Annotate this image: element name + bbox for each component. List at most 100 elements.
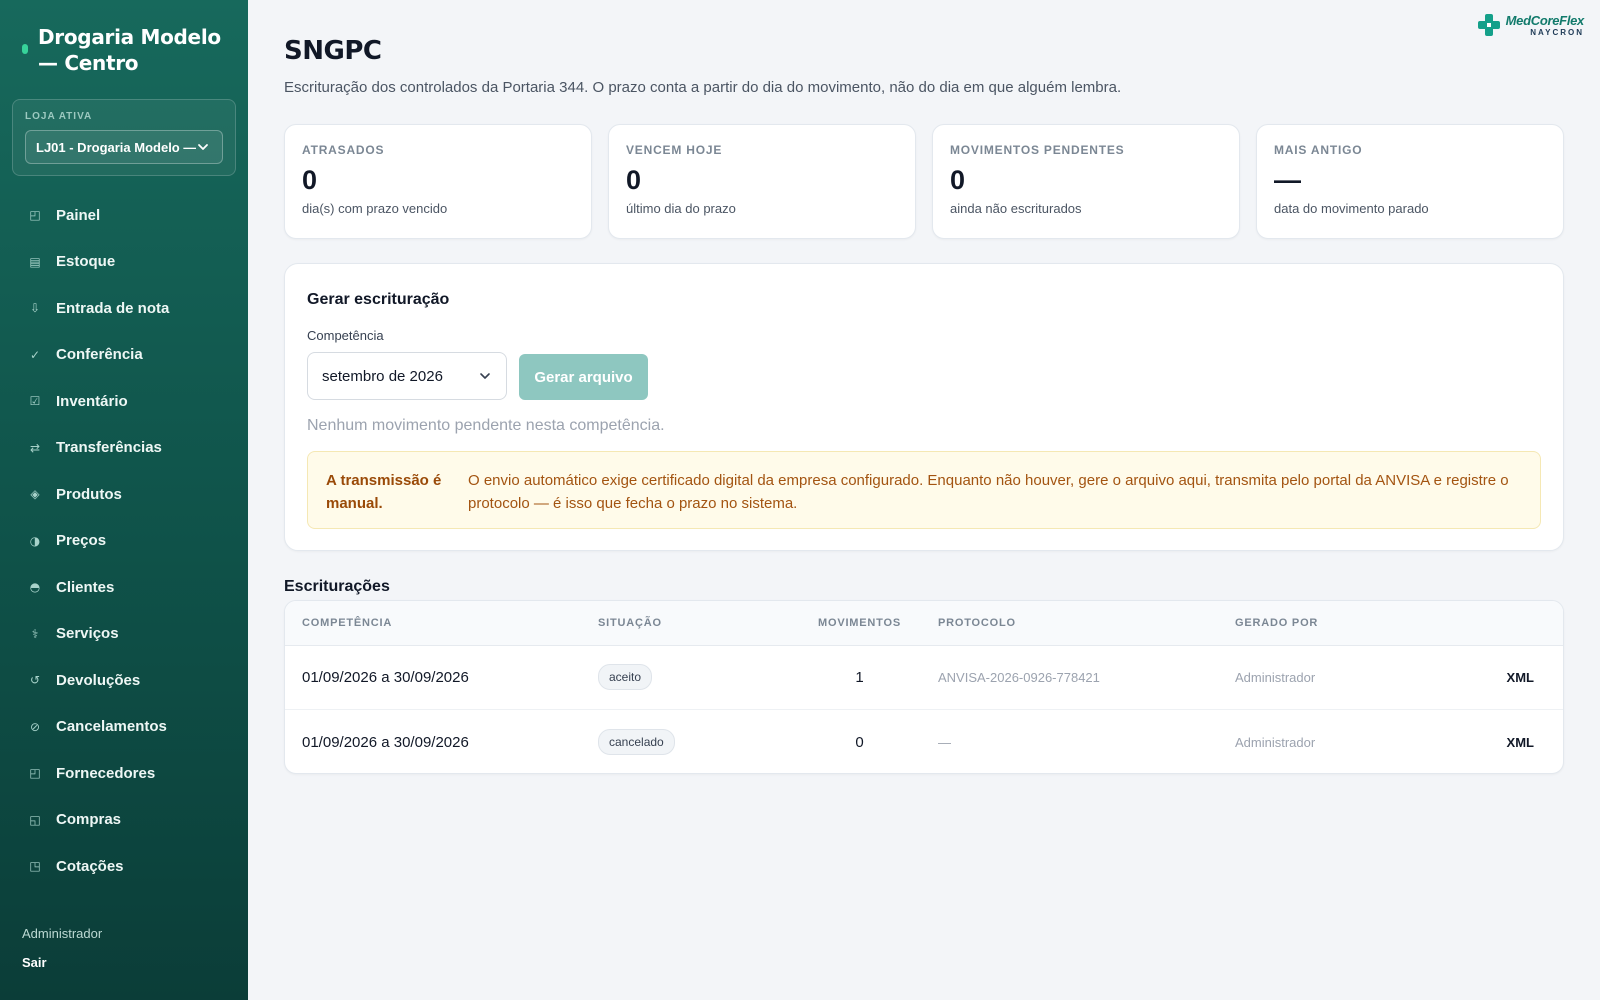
- empty-message: Nenhum movimento pendente nesta competên…: [307, 417, 665, 434]
- sidebar-item-cancelamentos[interactable]: ⊘ Cancelamentos: [0, 704, 248, 751]
- stat-hint: data do movimento parado: [1274, 201, 1429, 216]
- table-header-row: COMPETÊNCIA SITUAÇÃO MOVIMENTOS PROTOCOL…: [285, 601, 1563, 645]
- sidebar-item-fornecedores[interactable]: ◰ Fornecedores: [0, 750, 248, 797]
- sidebar-item-transferencias[interactable]: ⇄ Transferências: [0, 425, 248, 472]
- col-header-competencia: COMPETÊNCIA: [302, 616, 393, 629]
- col-header-actions: [1435, 601, 1563, 645]
- store-select[interactable]: LJ01 - Drogaria Modelo —: [25, 130, 223, 164]
- status-dot-icon: [22, 44, 28, 54]
- status-badge: aceito: [598, 664, 653, 691]
- section-title-escrituracoes: Escriturações: [284, 578, 390, 595]
- escrituracoes-table: COMPETÊNCIA SITUAÇÃO MOVIMENTOS PROTOCOL…: [284, 600, 1564, 774]
- current-user: Administrador: [22, 926, 103, 941]
- brand: Drogaria Modelo — Centro: [22, 24, 232, 76]
- xml-download-link[interactable]: XML: [1507, 670, 1534, 685]
- download-icon: ⇩: [29, 301, 41, 316]
- stat-card-atrasados: ATRASADOS 0 dia(s) com prazo vencido: [284, 124, 592, 239]
- chevron-down-icon: [198, 144, 208, 150]
- caduceus-icon: ⚕: [31, 626, 39, 641]
- quote-icon: ◳: [29, 859, 41, 874]
- stat-value: —: [1274, 165, 1301, 195]
- stat-hint: ainda não escriturados: [950, 201, 1082, 216]
- sidebar-nav: ◰ Painel ▤ Estoque ⇩ Entrada de nota ✓ Confe…: [0, 192, 248, 890]
- logo: MedCoreFlex NAYCRON: [1476, 12, 1584, 38]
- generate-card: Gerar escrituração Competência setembro …: [284, 263, 1564, 551]
- sidebar-item-label: Devoluções: [56, 671, 141, 689]
- sidebar-footer: Administrador Sair: [22, 926, 102, 970]
- sidebar-item-label: Estoque: [56, 253, 116, 271]
- generate-file-button[interactable]: Gerar arquivo: [519, 354, 648, 400]
- stat-value: 0: [302, 165, 318, 195]
- sidebar-item-label: Entrada de nota: [56, 299, 170, 317]
- generate-title: Gerar escrituração: [307, 291, 450, 308]
- sidebar-item-produtos[interactable]: ◈ Produtos: [0, 471, 248, 518]
- competencia-label: Competência: [307, 328, 384, 343]
- sidebar-item-clientes[interactable]: ◓ Clientes: [0, 564, 248, 611]
- stat-value: 0: [950, 165, 966, 195]
- sidebar-item-entrada-de-nota[interactable]: ⇩ Entrada de nota: [0, 285, 248, 332]
- sidebar-item-label: Compras: [56, 811, 122, 829]
- cancel-icon: ⊘: [29, 719, 41, 734]
- sidebar-item-label: Fornecedores: [56, 764, 156, 782]
- col-header-protocolo: PROTOCOLO: [938, 616, 1016, 629]
- stats-row: ATRASADOS 0 dia(s) com prazo vencido VEN…: [284, 124, 1564, 239]
- cell-gerado-por: Administrador: [1235, 734, 1316, 750]
- supplier-icon: ◰: [29, 766, 41, 781]
- sidebar-item-compras[interactable]: ◱ Compras: [0, 797, 248, 844]
- col-header-situacao: SITUAÇÃO: [598, 616, 662, 629]
- table-row: 01/09/2026 a 30/09/2026 cancelado 0 — Ad…: [285, 710, 1563, 774]
- cell-competencia: 01/09/2026 a 30/09/2026: [302, 733, 469, 751]
- sidebar-item-label: Serviços: [56, 625, 119, 643]
- xml-download-link[interactable]: XML: [1507, 735, 1534, 750]
- stat-card-mais-antigo: MAIS ANTIGO — data do movimento parado: [1256, 124, 1564, 239]
- sidebar-item-conferencia[interactable]: ✓ Conferência: [0, 332, 248, 379]
- main-content: MedCoreFlex NAYCRON SNGPC Escrituração d…: [248, 0, 1600, 1000]
- stat-card-vencem-hoje: VENCEM HOJE 0 último dia do prazo: [608, 124, 916, 239]
- sidebar-item-painel[interactable]: ◰ Painel: [0, 192, 248, 239]
- sidebar-item-devolucoes[interactable]: ↺ Devoluções: [0, 657, 248, 704]
- sidebar-item-inventario[interactable]: ☑ Inventário: [0, 378, 248, 425]
- sidebar-item-label: Painel: [56, 206, 101, 224]
- brand-name: Drogaria Modelo — Centro: [38, 25, 221, 75]
- cell-movimentos: 1: [855, 668, 864, 686]
- checkbox-icon: ☑: [29, 394, 41, 409]
- sidebar-item-estoque[interactable]: ▤ Estoque: [0, 239, 248, 286]
- cell-gerado-por: Administrador: [1235, 669, 1316, 685]
- check-icon: ✓: [29, 347, 41, 362]
- page-subtitle: Escrituração dos controlados da Portaria…: [284, 79, 1122, 96]
- sidebar-item-label: Inventário: [56, 392, 128, 410]
- sidebar-item-label: Produtos: [56, 485, 122, 503]
- logo-name: MedCoreFlex: [1505, 12, 1585, 28]
- stat-label: MOVIMENTOS PENDENTES: [950, 143, 1125, 157]
- page-title: SNGPC: [284, 36, 382, 66]
- cart-icon: ◱: [29, 812, 41, 827]
- sidebar-item-label: Conferência: [56, 346, 143, 364]
- sidebar-item-precos[interactable]: ◑ Preços: [0, 518, 248, 565]
- competencia-select[interactable]: setembro de 2026: [307, 352, 507, 400]
- stat-hint: último dia do prazo: [626, 201, 736, 216]
- stat-label: MAIS ANTIGO: [1274, 143, 1363, 157]
- col-header-gerado-por: GERADO POR: [1235, 616, 1319, 629]
- dashboard-icon: ◰: [29, 208, 41, 223]
- sidebar-item-label: Clientes: [56, 578, 115, 596]
- sidebar-item-label: Cotações: [56, 857, 124, 875]
- alert-title: A transmissão é manual.: [326, 472, 442, 512]
- stat-card-movimentos-pendentes: MOVIMENTOS PENDENTES 0 ainda não escritu…: [932, 124, 1240, 239]
- half-circle-icon: ◑: [29, 533, 41, 548]
- cell-protocolo: ANVISA-2026-0926-778421: [938, 669, 1100, 685]
- cell-movimentos: 0: [855, 733, 864, 751]
- sidebar-item-label: Transferências: [56, 439, 162, 457]
- col-header-movimentos: MOVIMENTOS: [818, 616, 901, 629]
- logo-sub: NAYCRON: [1530, 27, 1584, 37]
- sidebar-item-servicos[interactable]: ⚕ Serviços: [0, 611, 248, 658]
- logout-link[interactable]: Sair: [22, 955, 102, 970]
- sidebar: Drogaria Modelo — Centro LOJA ATIVA LJ01…: [0, 0, 248, 1000]
- table-row: 01/09/2026 a 30/09/2026 aceito 1 ANVISA-…: [285, 645, 1563, 710]
- stock-icon: ▤: [29, 254, 41, 269]
- sidebar-item-cotacoes[interactable]: ◳ Cotações: [0, 843, 248, 890]
- transfer-icon: ⇄: [29, 440, 41, 455]
- sidebar-item-label: Preços: [56, 532, 107, 550]
- store-label: LOJA ATIVA: [25, 111, 93, 122]
- store-switcher: LOJA ATIVA LJ01 - Drogaria Modelo —: [12, 99, 236, 176]
- sidebar-item-label: Cancelamentos: [56, 718, 167, 736]
